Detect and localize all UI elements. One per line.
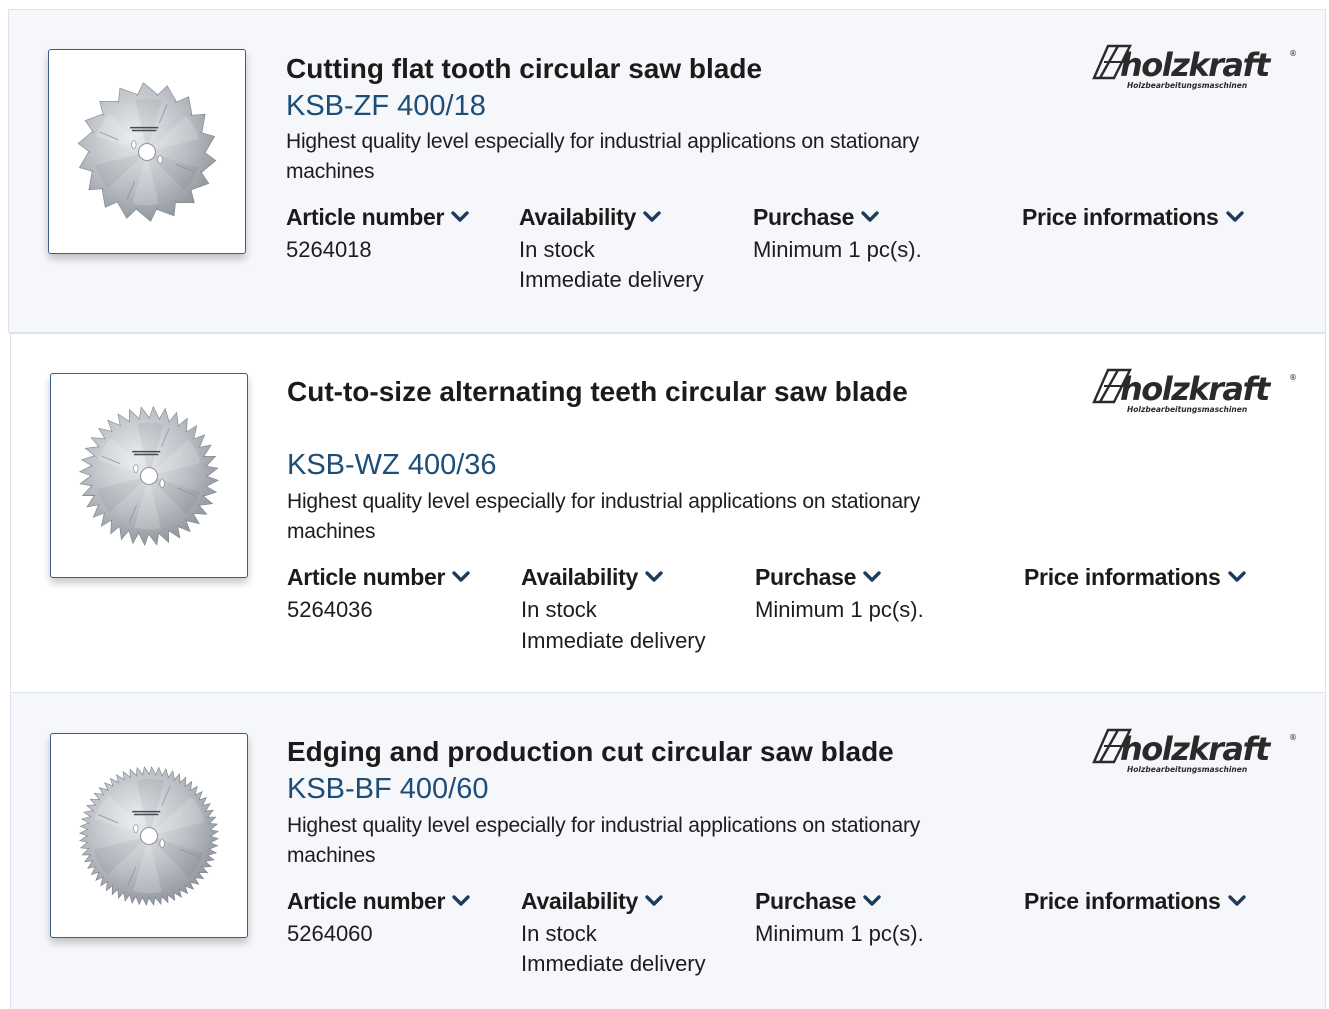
purchase-value: Minimum 1 pc(s).: [753, 237, 922, 262]
svg-text:®: ®: [1289, 733, 1296, 742]
chevron-down-icon: [645, 895, 663, 907]
product-title[interactable]: Cut-to-size alternating teeth circular s…: [287, 373, 927, 410]
purchase-toggle[interactable]: Purchase: [755, 563, 882, 591]
purchase-toggle[interactable]: Purchase: [753, 203, 880, 231]
price-informations-label: Price informations: [1024, 564, 1221, 590]
svg-text:®: ®: [1289, 373, 1296, 382]
article-number-value: 5264018: [286, 237, 372, 262]
availability-delivery: Immediate delivery: [519, 267, 704, 292]
chevron-down-icon: [452, 571, 470, 583]
availability-status: In stock: [521, 597, 597, 622]
product-description: Highest quality level especially for ind…: [287, 490, 921, 543]
article-number-toggle[interactable]: Article number: [287, 563, 471, 591]
brand-name: holzkraft: [1120, 730, 1272, 768]
purchase-toggle[interactable]: Purchase: [755, 887, 882, 915]
article-number-value: 5264036: [287, 597, 373, 622]
chevron-down-icon: [1227, 571, 1246, 583]
svg-text:®: ®: [1289, 49, 1296, 58]
product-model[interactable]: KSB-WZ 400/36: [287, 448, 497, 482]
brand-tagline: Holzbearbeitungsmaschinen: [1127, 81, 1247, 90]
purchase-value: Minimum 1 pc(s).: [755, 921, 924, 946]
purchase-value: Minimum 1 pc(s).: [755, 597, 924, 622]
product-description: Highest quality level especially for ind…: [286, 130, 920, 183]
availability-toggle[interactable]: Availability: [521, 563, 664, 591]
product-model[interactable]: KSB-BF 400/60: [287, 772, 489, 806]
purchase-label: Purchase: [753, 204, 855, 230]
chevron-down-icon: [645, 571, 663, 583]
product-image-saw-blade[interactable]: [50, 733, 248, 938]
saw-blade-icon: [77, 81, 217, 222]
article-number-label: Article number: [287, 564, 446, 590]
saw-blade-icon: [78, 765, 220, 906]
product-model[interactable]: KSB-ZF 400/18: [286, 89, 486, 123]
saw-blade-icon: [79, 405, 219, 546]
product-card: Cutting flat tooth circular saw blade KS…: [8, 9, 1326, 333]
article-number-label: Article number: [286, 204, 445, 230]
availability-label: Availability: [519, 204, 636, 230]
product-image-saw-blade[interactable]: [48, 49, 246, 254]
holzkraft-logo-icon: holzkraft ® Holzbearbeitungsmaschinen: [1092, 728, 1296, 774]
brand-name: holzkraft: [1120, 370, 1272, 408]
chevron-down-icon: [1227, 895, 1246, 907]
product-card: Edging and production cut circular saw b…: [10, 692, 1326, 1009]
price-informations-label: Price informations: [1024, 888, 1221, 914]
chevron-down-icon: [452, 895, 470, 907]
availability-delivery: Immediate delivery: [521, 951, 706, 976]
availability-label: Availability: [521, 888, 638, 914]
product-title[interactable]: Edging and production cut circular saw b…: [287, 733, 987, 770]
availability-label: Availability: [521, 564, 638, 590]
chevron-down-icon: [643, 211, 661, 223]
purchase-label: Purchase: [755, 888, 857, 914]
chevron-down-icon: [861, 211, 879, 223]
brand-name: holzkraft: [1120, 46, 1272, 84]
article-number-label: Article number: [287, 888, 446, 914]
availability-toggle[interactable]: Availability: [519, 203, 662, 231]
brand-tagline: Holzbearbeitungsmaschinen: [1127, 405, 1247, 414]
article-number-toggle[interactable]: Article number: [286, 203, 470, 231]
holzkraft-logo-icon: holzkraft ® Holzbearbeitungsmaschinen: [1092, 368, 1296, 414]
product-image-saw-blade[interactable]: [50, 373, 248, 578]
chevron-down-icon: [863, 571, 881, 583]
holzkraft-logo-icon: holzkraft ® Holzbearbeitungsmaschinen: [1092, 44, 1296, 90]
product-list: Cutting flat tooth circular saw blade KS…: [0, 0, 1329, 1009]
product-title[interactable]: Cutting flat tooth circular saw blade: [286, 50, 966, 87]
availability-toggle[interactable]: Availability: [521, 887, 664, 915]
chevron-down-icon: [451, 211, 469, 223]
article-number-toggle[interactable]: Article number: [287, 887, 471, 915]
chevron-down-icon: [863, 895, 881, 907]
price-informations-toggle[interactable]: Price informations: [1024, 887, 1247, 915]
availability-status: In stock: [519, 237, 595, 262]
price-informations-toggle[interactable]: Price informations: [1022, 203, 1245, 231]
price-informations-toggle[interactable]: Price informations: [1024, 563, 1247, 591]
article-number-value: 5264060: [287, 921, 373, 946]
brand-tagline: Holzbearbeitungsmaschinen: [1127, 765, 1247, 774]
product-card: Cut-to-size alternating teeth circular s…: [10, 333, 1326, 693]
product-description: Highest quality level especially for ind…: [287, 814, 921, 867]
availability-status: In stock: [521, 921, 597, 946]
availability-delivery: Immediate delivery: [521, 628, 706, 653]
price-informations-label: Price informations: [1022, 204, 1219, 230]
chevron-down-icon: [1225, 211, 1244, 223]
purchase-label: Purchase: [755, 564, 857, 590]
